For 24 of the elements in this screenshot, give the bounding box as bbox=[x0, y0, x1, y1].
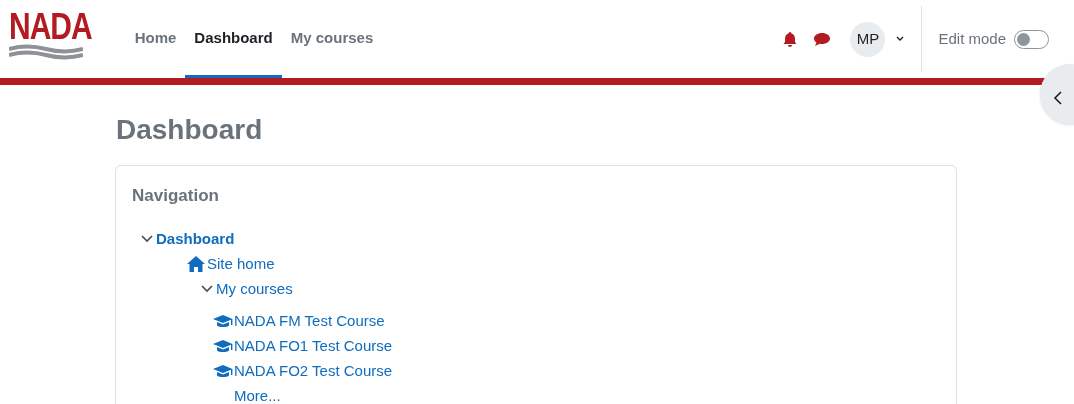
tree-link[interactable]: Site home bbox=[207, 252, 275, 276]
chat-bubble-icon[interactable] bbox=[813, 31, 832, 47]
nav-tab[interactable]: My courses bbox=[281, 0, 383, 78]
tree-link[interactable]: NADA FM Test Course bbox=[234, 309, 385, 333]
chevron-left-icon bbox=[1053, 91, 1063, 105]
edit-mode-toggle[interactable] bbox=[1014, 29, 1049, 49]
block-title: Navigation bbox=[132, 185, 220, 207]
graduation-cap-icon bbox=[213, 338, 233, 354]
waves-icon bbox=[9, 44, 83, 62]
caret-icon[interactable] bbox=[895, 35, 906, 43]
tree-link[interactable]: My courses bbox=[216, 277, 293, 301]
tree-link[interactable]: Dashboard bbox=[156, 227, 235, 251]
tree-link[interactable]: More... bbox=[234, 384, 281, 404]
nav-tab[interactable]: Dashboard bbox=[185, 0, 282, 78]
edit-mode-label: Edit mode bbox=[938, 28, 1006, 49]
nav-tab[interactable]: Home bbox=[125, 0, 186, 78]
graduation-cap-icon bbox=[213, 313, 233, 329]
home-icon bbox=[187, 256, 205, 272]
bell-icon[interactable] bbox=[782, 31, 799, 47]
graduation-cap-icon bbox=[213, 363, 233, 379]
page-title: Dashboard bbox=[116, 113, 264, 147]
tree-link[interactable]: NADA FO2 Test Course bbox=[234, 359, 393, 383]
tree-link[interactable]: NADA FO1 Test Course bbox=[234, 334, 393, 358]
user-avatar[interactable]: MP bbox=[850, 21, 886, 57]
